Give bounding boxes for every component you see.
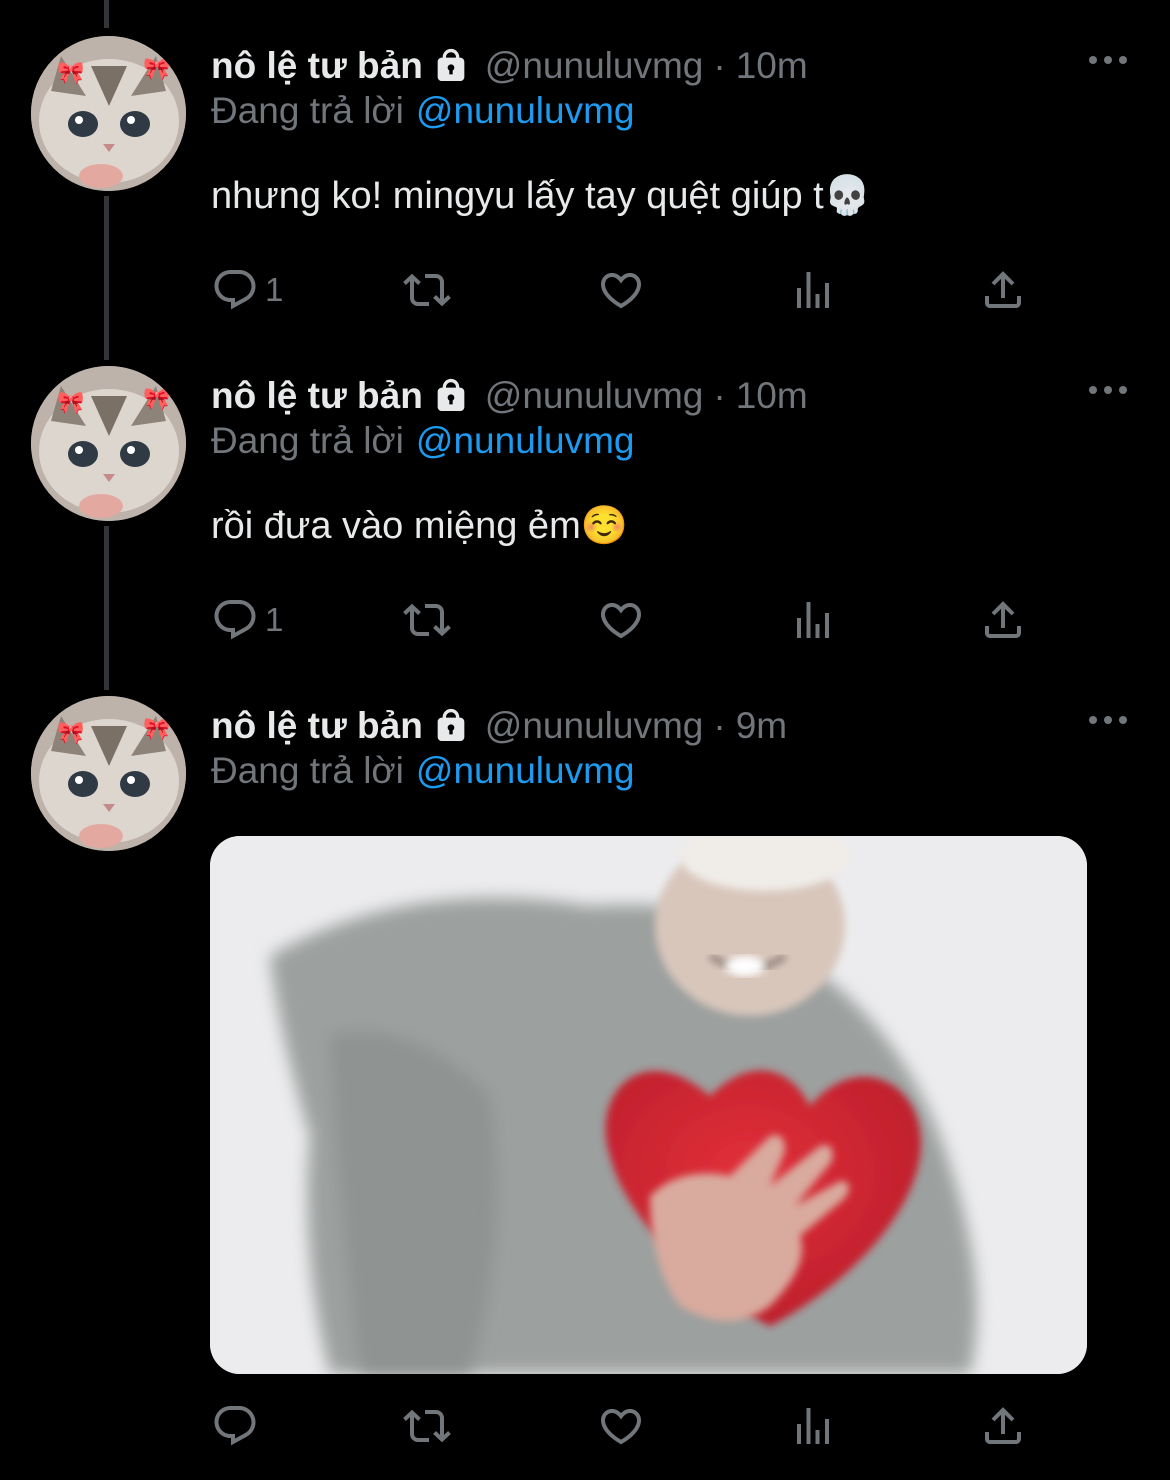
replying-label: Đang trả lời (211, 90, 404, 131)
handle[interactable]: @nunuluvmg (485, 705, 704, 747)
display-name[interactable]: nô lệ tư bản (211, 45, 423, 87)
tweet-header: nô lệ tư bản @nunuluvmg · 10m (211, 36, 808, 96)
svg-text:🎀: 🎀 (57, 60, 84, 85)
svg-text:🎀: 🎀 (143, 56, 170, 81)
timestamp[interactable]: 10m (736, 375, 808, 417)
tweet[interactable]: 🎀 🎀 nô lệ tư bản @nunuluvmg · 10m Đang t… (0, 36, 1170, 336)
reply-icon (214, 270, 256, 310)
lock-icon (431, 376, 471, 416)
heart-icon (600, 273, 642, 309)
replying-to: Đang trả lời @nunuluvmg (211, 750, 634, 792)
tweet-media-image[interactable] (210, 836, 1087, 1374)
retweet-button[interactable] (403, 1401, 451, 1451)
mention-link[interactable]: @nunuluvmg (416, 750, 635, 791)
action-bar: 1 (211, 595, 1041, 645)
reply-icon (214, 600, 256, 640)
retweet-icon (403, 273, 451, 307)
handle[interactable]: @nunuluvmg (485, 45, 704, 87)
svg-text:🎀: 🎀 (57, 720, 84, 745)
like-button[interactable] (597, 595, 645, 645)
action-bar (211, 1401, 1041, 1451)
like-button[interactable] (597, 265, 645, 315)
tweet-header: nô lệ tư bản @nunuluvmg · 9m (211, 696, 787, 756)
more-icon[interactable] (1086, 50, 1130, 70)
reply-button[interactable]: 1 (211, 595, 283, 645)
replying-to: Đang trả lời @nunuluvmg (211, 90, 634, 132)
separator: · (713, 705, 726, 746)
lock-icon (431, 706, 471, 746)
views-button[interactable] (789, 265, 837, 315)
reply-count: 1 (265, 271, 284, 308)
lock-icon (431, 46, 471, 86)
share-button[interactable] (979, 1401, 1027, 1451)
action-bar: 1 (211, 265, 1041, 315)
replying-label: Đang trả lời (211, 420, 404, 461)
views-button[interactable] (789, 1401, 837, 1451)
separator: · (713, 375, 726, 416)
separator: · (713, 45, 726, 86)
analytics-icon (797, 272, 829, 308)
reply-count: 1 (265, 601, 284, 638)
timestamp[interactable]: 10m (736, 45, 808, 87)
tweet-text: nhưng ko! mingyu lấy tay quệt giúp t💀 (211, 175, 872, 217)
share-icon (985, 271, 1021, 308)
reply-button[interactable]: 1 (211, 265, 283, 315)
analytics-icon (797, 1408, 829, 1444)
retweet-button[interactable] (403, 265, 451, 315)
analytics-icon (797, 602, 829, 638)
display-name[interactable]: nô lệ tư bản (211, 705, 423, 747)
timestamp[interactable]: 9m (736, 705, 787, 747)
reply-icon (214, 1406, 256, 1446)
retweet-button[interactable] (403, 595, 451, 645)
mention-link[interactable]: @nunuluvmg (416, 90, 635, 131)
retweet-icon (403, 1409, 451, 1443)
svg-text:🎀: 🎀 (143, 716, 170, 741)
views-button[interactable] (789, 595, 837, 645)
share-icon (985, 601, 1021, 638)
avatar[interactable]: 🎀 🎀 (31, 696, 186, 851)
replying-label: Đang trả lời (211, 750, 404, 791)
avatar[interactable]: 🎀 🎀 (31, 36, 186, 191)
retweet-icon (403, 603, 451, 637)
thread-line (104, 0, 109, 28)
more-icon[interactable] (1086, 380, 1130, 400)
avatar[interactable]: 🎀 🎀 (31, 366, 186, 521)
more-icon[interactable] (1086, 710, 1130, 730)
share-button[interactable] (979, 595, 1027, 645)
handle[interactable]: @nunuluvmg (485, 375, 704, 417)
svg-text:🎀: 🎀 (143, 386, 170, 411)
svg-text:🎀: 🎀 (57, 390, 84, 415)
mention-link[interactable]: @nunuluvmg (416, 420, 635, 461)
display-name[interactable]: nô lệ tư bản (211, 375, 423, 417)
share-icon (985, 1407, 1021, 1444)
reply-button[interactable] (211, 1401, 265, 1451)
tweet-text: rồi đưa vào miệng ẻm☺️ (211, 505, 629, 547)
heart-icon (600, 603, 642, 639)
tweet[interactable]: 🎀 🎀 nô lệ tư bản @nunuluvmg · 10m Đang t… (0, 366, 1170, 666)
heart-icon (600, 1409, 642, 1445)
like-button[interactable] (597, 1401, 645, 1451)
tweet-header: nô lệ tư bản @nunuluvmg · 10m (211, 366, 808, 426)
replying-to: Đang trả lời @nunuluvmg (211, 420, 634, 462)
share-button[interactable] (979, 265, 1027, 315)
